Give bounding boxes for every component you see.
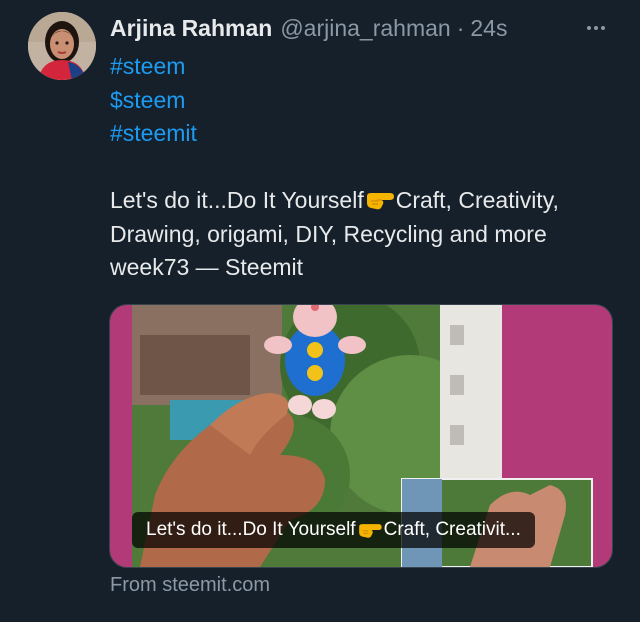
- post-body: Let's do it...Do It Yourself Craft, Crea…: [110, 184, 620, 285]
- avatar-photo: [28, 12, 96, 80]
- tweet-text: #steem $steem #steemit Let's do it...Do …: [110, 50, 620, 285]
- more-dot-icon: [594, 26, 598, 30]
- more-dot-icon: [601, 26, 605, 30]
- display-name[interactable]: Arjina Rahman: [110, 15, 272, 42]
- link-source[interactable]: From steemit.com: [110, 574, 270, 597]
- user-handle[interactable]: @arjina_rahman: [280, 15, 450, 42]
- pointing-right-emoji-icon: [358, 524, 382, 538]
- caption-part1: Let's do it...Do It Yourself: [146, 519, 356, 540]
- hashtag-steemit[interactable]: #steemit: [110, 117, 620, 151]
- cashtag-steem[interactable]: $steem: [110, 84, 620, 118]
- separator-dot: ·: [456, 14, 465, 41]
- tweet-header: Arjina Rahman @arjina_rahman · 24s: [110, 12, 507, 44]
- timestamp[interactable]: 24s: [470, 15, 507, 42]
- caption-part2: Craft, Creativit...: [383, 519, 521, 540]
- link-card[interactable]: Let's do it...Do It Yourself Craft, Crea…: [109, 304, 613, 568]
- hashtag-steem[interactable]: #steem: [110, 50, 620, 84]
- avatar[interactable]: [28, 12, 96, 80]
- more-options-button[interactable]: [580, 14, 612, 42]
- tweet[interactable]: Arjina Rahman @arjina_rahman · 24s #stee…: [0, 0, 640, 622]
- line-break: [110, 151, 620, 185]
- post-text-part1: Let's do it...Do It Yourself: [110, 187, 364, 213]
- link-card-title: Let's do it...Do It Yourself Craft, Crea…: [132, 512, 535, 548]
- more-dot-icon: [587, 26, 591, 30]
- pointing-right-emoji-icon: [366, 193, 394, 210]
